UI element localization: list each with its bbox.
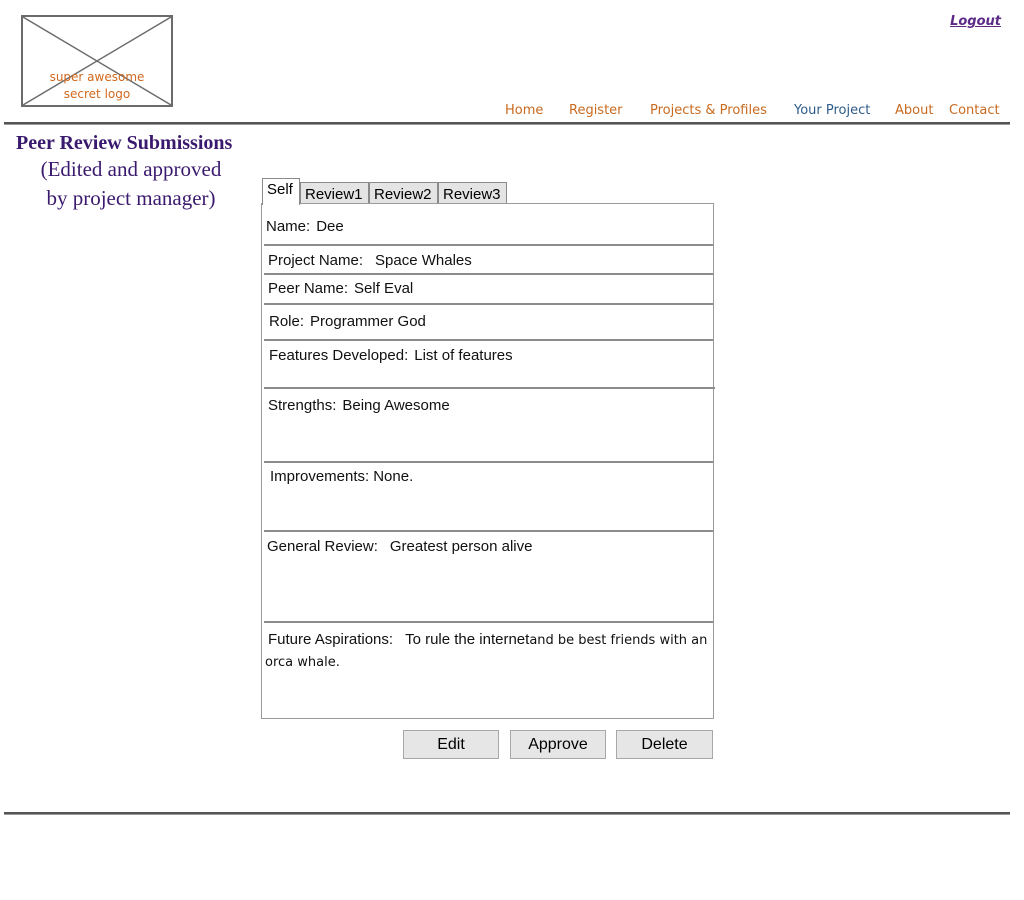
tab-review1[interactable]: Review1 bbox=[300, 182, 369, 204]
future-aspirations-text: Future Aspirations: To rule the interneta… bbox=[265, 629, 709, 673]
project-name-value: Space Whales bbox=[375, 252, 472, 269]
delete-button[interactable]: Delete bbox=[616, 730, 713, 759]
footer-divider bbox=[4, 812, 1010, 815]
subtitle-line1: (Edited and approved bbox=[40, 157, 222, 181]
peer-name-value: Self Eval bbox=[354, 280, 414, 297]
main-nav: Home Register Projects & Profiles Your P… bbox=[0, 103, 1024, 123]
features-row: Features Developed: List of features bbox=[264, 341, 715, 389]
improvements-label: Improvements: bbox=[270, 468, 370, 485]
nav-projects-profiles[interactable]: Projects & Profiles bbox=[650, 103, 767, 118]
features-label: Features Developed: bbox=[269, 347, 409, 364]
general-review-label: General Review: bbox=[267, 538, 378, 555]
future-label: Future Aspirations: bbox=[268, 631, 394, 648]
name-row: Name: Dee bbox=[264, 204, 713, 246]
strengths-value: Being Awesome bbox=[342, 397, 450, 414]
future-aspirations-row: Future Aspirations: To rule the interneta… bbox=[264, 623, 713, 718]
nav-contact[interactable]: Contact bbox=[949, 103, 1000, 118]
nav-register[interactable]: Register bbox=[569, 103, 623, 118]
review-panel: Name: Dee Project Name: Space Whales Peer … bbox=[261, 203, 715, 719]
role-value: Programmer God bbox=[310, 313, 426, 330]
page-title: Peer Review Submissions bbox=[16, 132, 233, 154]
logout-link[interactable]: Logout bbox=[950, 14, 1001, 29]
improvements-value: None. bbox=[373, 468, 414, 485]
logo-text: super awesome secret logo bbox=[23, 69, 171, 103]
nav-home[interactable]: Home bbox=[505, 103, 543, 118]
edit-button[interactable]: Edit bbox=[403, 730, 499, 759]
subtitle-line2: by project manager) bbox=[46, 186, 216, 210]
project-name-row: Project Name: Space Whales bbox=[264, 246, 713, 275]
general-review-value: Greatest person alive bbox=[389, 538, 533, 555]
peer-name-label: Peer Name: bbox=[268, 280, 349, 297]
logo-text-line2: secret logo bbox=[63, 87, 131, 101]
role-label: Role: bbox=[269, 313, 305, 330]
strengths-label: Strengths: bbox=[268, 397, 337, 414]
tab-review2[interactable]: Review2 bbox=[369, 182, 438, 204]
future-value-part1: To rule the internet bbox=[405, 631, 530, 648]
nav-your-project[interactable]: Your Project bbox=[794, 103, 870, 118]
tab-review3[interactable]: Review3 bbox=[438, 182, 507, 204]
name-label: Name: bbox=[266, 218, 311, 235]
improvements-row: Improvements: None. bbox=[264, 463, 713, 532]
tab-self[interactable]: Self bbox=[262, 178, 300, 205]
page-subtitle: (Edited and approved by project manager) bbox=[16, 155, 246, 213]
features-value: List of features bbox=[414, 347, 513, 364]
project-name-label: Project Name: bbox=[268, 252, 364, 269]
logo-text-line1: super awesome bbox=[49, 70, 145, 84]
peer-name-row: Peer Name: Self Eval bbox=[264, 275, 713, 305]
general-review-row: General Review: Greatest person alive bbox=[264, 532, 713, 623]
nav-about[interactable]: About bbox=[895, 103, 933, 118]
approve-button[interactable]: Approve bbox=[510, 730, 606, 759]
header-divider bbox=[4, 122, 1010, 125]
name-value: Dee bbox=[316, 218, 344, 235]
role-row: Role: Programmer God bbox=[264, 305, 713, 341]
logo-placeholder: super awesome secret logo bbox=[21, 15, 173, 107]
strengths-row: Strengths: Being Awesome bbox=[264, 389, 713, 463]
